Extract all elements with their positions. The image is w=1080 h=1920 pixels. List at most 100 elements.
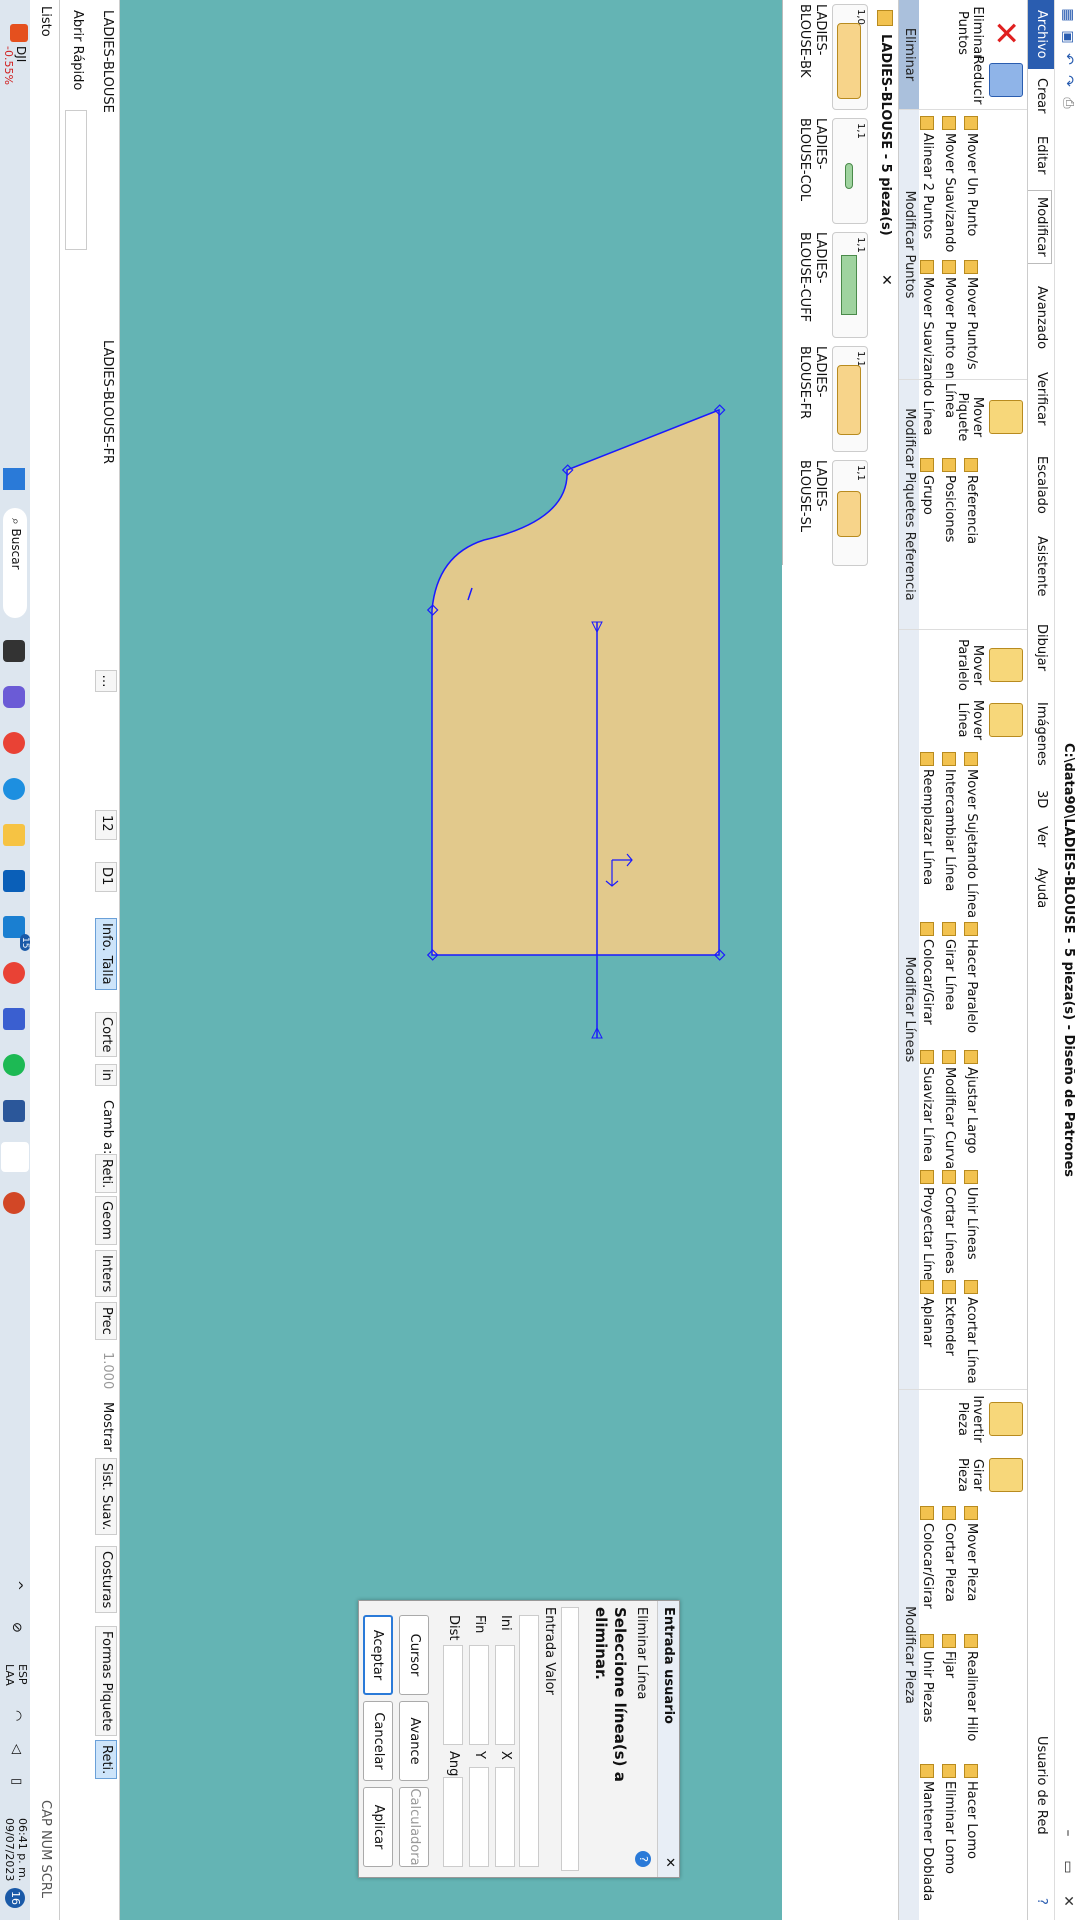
corte-button[interactable]: Corte	[95, 1012, 117, 1058]
notification-badge[interactable]: 16	[5, 1888, 25, 1908]
menu-avanzado[interactable]: Avanzado	[1032, 280, 1050, 355]
chrome-2-icon[interactable]	[3, 962, 25, 984]
menu-3d[interactable]: 3D	[1032, 784, 1050, 814]
referencia-button[interactable]: Referencia	[963, 458, 979, 544]
close-icon[interactable]: ✕	[1059, 1892, 1077, 1910]
suavizar-linea-button[interactable]: Suavizar Línea	[919, 1050, 935, 1162]
menu-editar[interactable]: Editar	[1032, 130, 1050, 181]
menu-crear[interactable]: Crear	[1032, 72, 1050, 119]
task-view-icon[interactable]	[3, 640, 25, 662]
mover-puntos-button[interactable]: Mover Punto/s	[963, 260, 979, 370]
hacer-lomo-button[interactable]: Hacer Lomo	[963, 1764, 979, 1859]
help-icon[interactable]: ?	[1032, 1892, 1050, 1911]
tray-chevron-icon[interactable]: ^	[9, 1580, 24, 1591]
abrir-rapido-input[interactable]	[65, 110, 87, 250]
dist-input[interactable]	[443, 1645, 463, 1745]
teams-icon[interactable]	[3, 686, 25, 708]
aceptar-button[interactable]: Aceptar	[363, 1615, 393, 1695]
reducir-button[interactable]: Reducir	[970, 50, 1027, 110]
help-icon[interactable]: ?	[635, 1851, 651, 1867]
ini-y-input[interactable]	[495, 1767, 515, 1867]
menu-asistente[interactable]: Asistente	[1032, 530, 1050, 602]
ini-x-input[interactable]	[495, 1645, 515, 1745]
invertir-pieza-button[interactable]: Invertir Pieza	[955, 1392, 1027, 1446]
size-select[interactable]: 12	[95, 810, 117, 840]
girar-linea-button[interactable]: Girar Línea	[941, 922, 957, 1011]
thumbnail-bk[interactable]: 1,0 LADIES-BLOUSE-BK	[784, 2, 870, 112]
colocar-girar-button[interactable]: Colocar/Girar	[919, 922, 935, 1025]
mover-pieza-button[interactable]: Mover Pieza	[963, 1506, 979, 1601]
aplicar-button[interactable]: Aplicar	[363, 1787, 393, 1867]
menu-archivo[interactable]: Archivo	[1028, 0, 1054, 69]
thumbnail-col[interactable]: 1,1 LADIES-BLOUSE-COL	[784, 116, 870, 226]
dialog-close-icon[interactable]: ✕	[661, 1857, 677, 1868]
thumbnail-fr[interactable]: 1,1 LADIES-BLOUSE-FR	[784, 344, 870, 454]
cortar-lineas-button[interactable]: Cortar Líneas	[941, 1170, 957, 1274]
start-icon[interactable]	[3, 468, 25, 490]
reti-button[interactable]: Reti.	[95, 1154, 117, 1194]
menu-verificar[interactable]: Verificar	[1032, 366, 1050, 432]
posiciones-button[interactable]: Posiciones	[941, 458, 957, 542]
in-button[interactable]: in	[95, 1064, 117, 1086]
close-tab-icon[interactable]: ✕	[878, 274, 894, 286]
value-input[interactable]	[519, 1615, 539, 1867]
girar-pieza-button[interactable]: Girar Pieza	[955, 1448, 1027, 1502]
file-explorer-icon[interactable]	[3, 824, 25, 846]
menu-ayuda[interactable]: Ayuda	[1032, 862, 1050, 914]
minimize-icon[interactable]: –	[1059, 1824, 1077, 1842]
d-select[interactable]: D1	[95, 862, 117, 892]
lang-primary[interactable]: ESP	[16, 1664, 29, 1685]
fijar-button[interactable]: Fijar	[941, 1634, 957, 1678]
mover-suavizando-button[interactable]: Mover Suavizando	[941, 116, 957, 252]
reti-toggle-button[interactable]: Reti.	[95, 1740, 117, 1780]
menu-escalado[interactable]: Escalado	[1032, 450, 1050, 520]
menu-imagenes[interactable]: Imágenes	[1032, 696, 1050, 772]
alinear-2-puntos-button[interactable]: Alinear 2 Puntos	[919, 116, 935, 239]
avance-button[interactable]: Avance	[399, 1701, 429, 1781]
unir-piezas-button[interactable]: Unir Piezas	[919, 1634, 935, 1723]
realinear-hilo-button[interactable]: Realinear Hilo	[963, 1634, 979, 1741]
cancelar-button[interactable]: Cancelar	[363, 1701, 393, 1781]
word-icon[interactable]	[3, 1100, 25, 1122]
menu-dibujar[interactable]: Dibujar	[1032, 618, 1050, 677]
mantener-doblada-button[interactable]: Mantener Doblada	[919, 1764, 935, 1901]
ticker-name[interactable]: DJI	[14, 46, 28, 62]
edge-icon[interactable]	[3, 778, 25, 800]
thumbnail-sl[interactable]: 1,1 LADIES-BLOUSE-SL	[784, 458, 870, 568]
fin-x-input[interactable]	[469, 1645, 489, 1745]
search-box[interactable]: ⌕ Buscar	[3, 508, 27, 618]
powerpoint-icon[interactable]	[3, 1192, 25, 1214]
ang-input[interactable]	[443, 1777, 463, 1867]
calculadora-button[interactable]: Calculadora	[399, 1787, 429, 1867]
user-label[interactable]: Usuario de Red	[1032, 1730, 1050, 1841]
ajustar-largo-button[interactable]: Ajustar Largo	[963, 1050, 979, 1154]
intercambiar-linea-button[interactable]: Intercambiar Línea	[941, 752, 957, 891]
menu-ver[interactable]: Ver	[1032, 820, 1050, 853]
proyectar-linea-button[interactable]: Proyectar Línea	[919, 1170, 935, 1288]
formas-piquete-button[interactable]: Formas Piquete	[95, 1626, 117, 1737]
eliminar-lomo-button[interactable]: Eliminar Lomo	[941, 1764, 957, 1874]
network-icon[interactable]: ⊘	[9, 1622, 24, 1633]
colocar-girar-pieza-button[interactable]: Colocar/Girar	[919, 1506, 935, 1609]
modificar-curva-button[interactable]: Modificar Curva	[941, 1050, 957, 1169]
pattern-app-icon[interactable]	[1, 1142, 29, 1172]
clock-time[interactable]: 06:41 p. m.	[16, 1818, 29, 1881]
info-talla-button[interactable]: Info. Talla	[95, 918, 117, 990]
reemplazar-linea-button[interactable]: Reemplazar Línea	[919, 752, 935, 885]
maximize-icon[interactable]: ▭	[1059, 1858, 1077, 1876]
store-icon[interactable]	[3, 870, 25, 892]
battery-icon[interactable]: ▯	[9, 1778, 24, 1785]
mover-linea-button[interactable]: Mover Línea	[955, 692, 1027, 748]
mover-un-punto-button[interactable]: Mover Un Punto	[963, 116, 979, 236]
cursor-button[interactable]: Cursor	[399, 1615, 429, 1695]
sist-suav-button[interactable]: Sist. Suav.	[95, 1458, 117, 1536]
menu-modificar[interactable]: Modificar	[1028, 190, 1052, 264]
thumbnail-cuff[interactable]: 1,1 LADIES-BLOUSE-CUFF	[784, 230, 870, 340]
aplanar-button[interactable]: Aplanar	[919, 1280, 935, 1347]
unir-lineas-button[interactable]: Unir Líneas	[963, 1170, 979, 1260]
pattern-piece-fr[interactable]	[431, 408, 720, 956]
volume-icon[interactable]: ◁	[9, 1744, 24, 1754]
app-icon-m[interactable]	[3, 1008, 25, 1030]
document-tab[interactable]: LADIES-BLOUSE - 5 pieza(s) ✕	[872, 4, 898, 314]
mover-sujetando-linea-button[interactable]: Mover Sujetando Línea	[963, 752, 979, 918]
